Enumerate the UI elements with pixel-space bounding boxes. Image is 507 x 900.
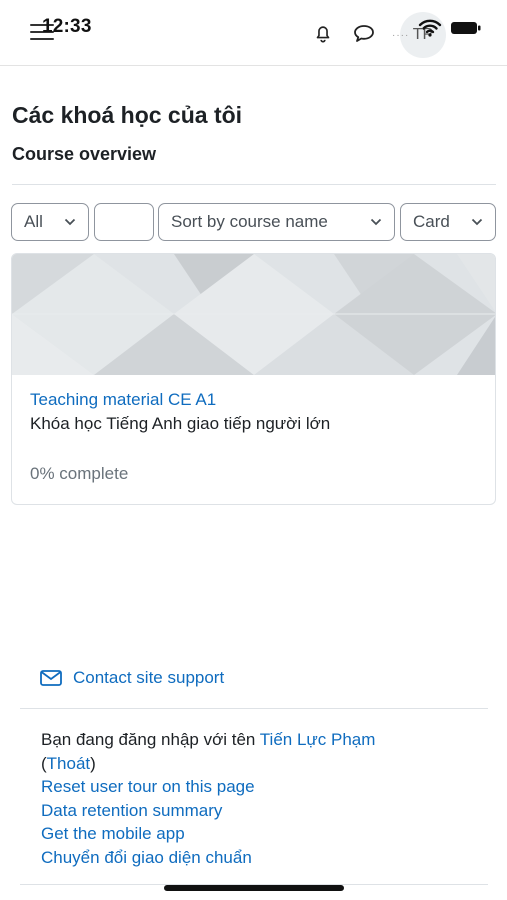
view-label: Card — [413, 212, 450, 231]
contact-support-link[interactable]: Contact site support — [40, 668, 224, 688]
logged-in-info: Bạn đang đăng nhập với tên Tiến Lực Phạm — [41, 728, 375, 752]
bell-icon[interactable] — [312, 22, 334, 44]
course-summary: Khóa học Tiếng Anh giao tiếp người lớn — [30, 414, 331, 433]
logged-in-text: Bạn đang đăng nhập với tên — [41, 730, 260, 749]
course-overview-heading: Course overview — [12, 144, 157, 164]
status-time: 12:33 — [42, 16, 92, 37]
chat-icon[interactable] — [352, 22, 376, 44]
sort-label: Sort by course name — [171, 212, 328, 231]
logout-link[interactable]: Thoát — [47, 754, 90, 773]
top-navbar: 12:33 TP ···· — [0, 0, 507, 66]
grouping-label: All — [24, 212, 43, 231]
close-paren: ) — [90, 753, 96, 773]
data-retention-link[interactable]: Data retention summary — [41, 799, 375, 823]
view-dropdown[interactable]: Card — [400, 203, 496, 241]
chevron-down-icon — [64, 218, 76, 226]
course-image[interactable] — [12, 254, 496, 375]
page-title: Các khoá học của tôi — [12, 102, 243, 128]
home-indicator[interactable] — [164, 885, 344, 891]
sort-dropdown[interactable]: Sort by course name — [158, 203, 395, 241]
user-profile-link[interactable]: Tiến Lực Phạm — [260, 730, 376, 749]
chevron-down-icon — [370, 218, 382, 226]
course-card[interactable]: Teaching material CE A1 Khóa học Tiếng A… — [11, 253, 496, 505]
grouping-dropdown[interactable]: All — [11, 203, 89, 241]
switch-theme-link[interactable]: Chuyển đổi giao diện chuẩn — [41, 846, 375, 870]
divider — [20, 708, 488, 709]
contact-support-label: Contact site support — [73, 668, 225, 687]
signal-dots: ···· — [392, 30, 410, 41]
page: 12:33 TP ···· Các khoá học của tôi Cours… — [0, 0, 507, 900]
reset-tour-link[interactable]: Reset user tour on this page — [41, 775, 375, 799]
course-search-input[interactable] — [94, 203, 154, 241]
envelope-icon — [40, 670, 62, 686]
battery-icon — [451, 22, 481, 34]
wifi-icon — [418, 19, 442, 37]
course-name-link[interactable]: Teaching material CE A1 — [30, 390, 216, 410]
divider — [12, 184, 496, 185]
course-progress: 0% complete — [30, 464, 129, 483]
mobile-app-link[interactable]: Get the mobile app — [41, 822, 375, 846]
logout-row: (Thoát) — [41, 752, 375, 776]
chevron-down-icon — [471, 218, 483, 226]
footer-info: Bạn đang đăng nhập với tên Tiến Lực Phạm… — [41, 728, 375, 869]
